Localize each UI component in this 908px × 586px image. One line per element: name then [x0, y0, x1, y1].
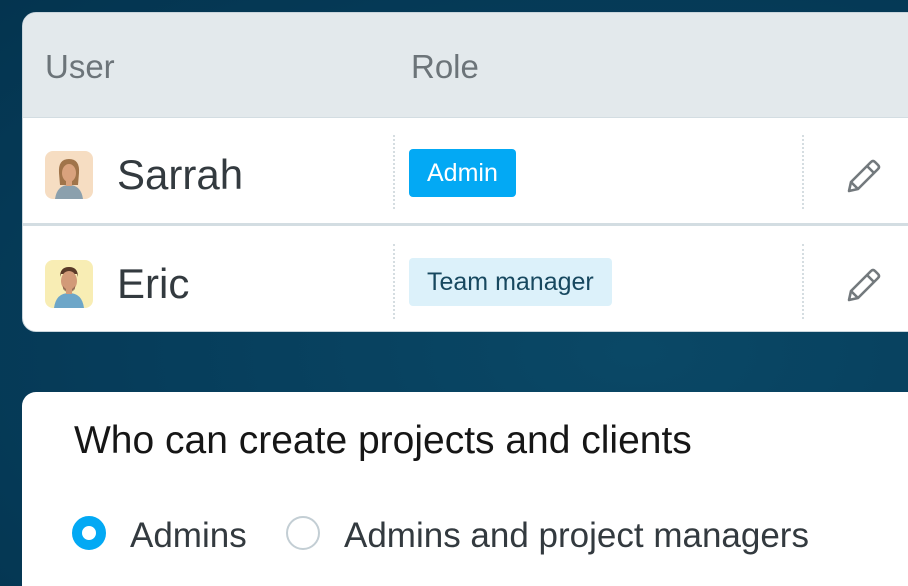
radio-unchecked-icon[interactable]	[286, 516, 320, 550]
column-header-role: Role	[411, 48, 479, 85]
cell-divider	[802, 244, 804, 319]
cell-divider	[393, 135, 395, 209]
edit-user-button[interactable]	[841, 155, 885, 199]
role-badge-admin: Admin	[409, 149, 516, 197]
woman-avatar-icon	[45, 151, 93, 199]
table-header: User Role	[23, 13, 908, 118]
pencil-icon	[847, 159, 881, 193]
users-table: User Role Sarrah Admin Eric Team manager	[22, 12, 908, 332]
table-row: Sarrah Admin	[23, 117, 908, 226]
permissions-title: Who can create projects and clients	[74, 419, 692, 462]
project-permissions-card: Who can create projects and clients Admi…	[22, 392, 908, 586]
cell-divider	[802, 135, 804, 209]
user-name: Eric	[117, 260, 190, 307]
edit-user-button[interactable]	[841, 264, 885, 308]
cell-divider	[393, 244, 395, 319]
man-avatar-icon	[45, 260, 93, 308]
radio-label: Admins and project managers	[344, 516, 809, 555]
pencil-icon	[847, 268, 881, 302]
user-name: Sarrah	[117, 151, 244, 198]
radio-checked-icon[interactable]	[72, 516, 106, 550]
radio-label: Admins	[130, 516, 247, 555]
column-header-user: User	[45, 48, 115, 85]
table-row: Eric Team manager	[23, 226, 908, 331]
role-badge-team-manager: Team manager	[409, 258, 612, 306]
